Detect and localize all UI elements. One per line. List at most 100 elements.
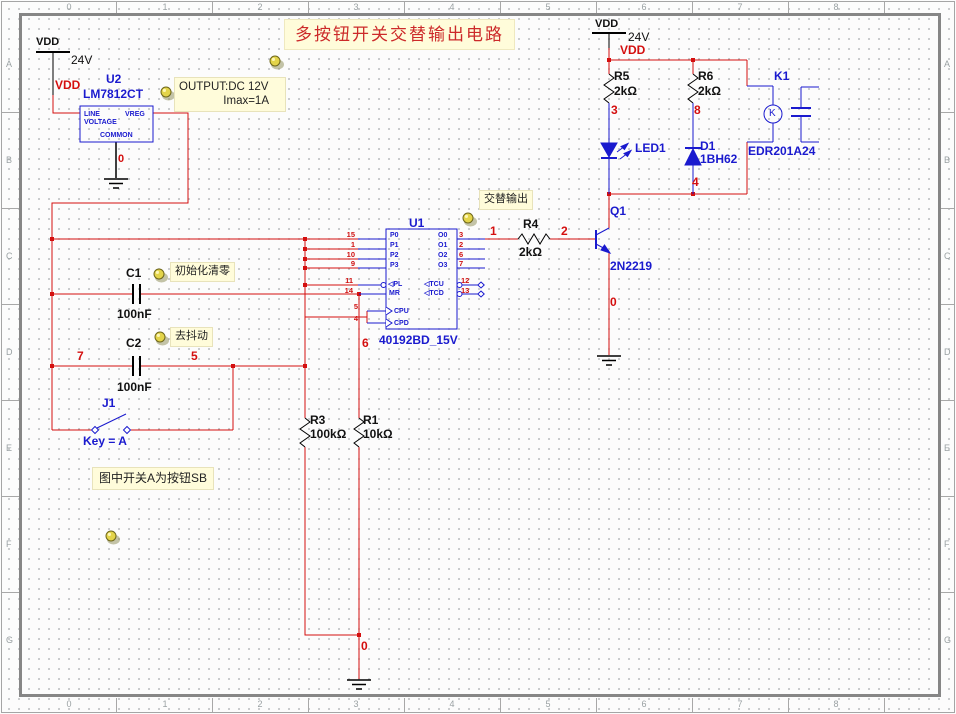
u1-pin-p0: P0 xyxy=(390,232,399,239)
init-clear-note[interactable]: 初始化清零 xyxy=(170,262,235,282)
u1-pin-o0: O0 xyxy=(438,232,447,239)
capacitor-c1 xyxy=(133,284,140,304)
r5-ref[interactable]: R5 xyxy=(614,70,629,82)
resistor-r4 xyxy=(518,234,550,244)
j1-symbol xyxy=(92,414,131,434)
net-1[interactable]: 1 xyxy=(490,225,497,237)
q1-part[interactable]: 2N2219 xyxy=(610,260,652,272)
vdd-net-label-left[interactable]: VDD xyxy=(55,79,80,91)
net-5[interactable]: 5 xyxy=(191,350,198,362)
ground-r1 xyxy=(347,680,371,689)
pushpin-icon xyxy=(155,332,169,346)
u1-pin-cpu: CPU xyxy=(394,308,409,315)
u1-pinnum-13: 13 xyxy=(461,287,469,295)
u2-pin-vreg: VREG xyxy=(125,111,145,118)
u2-ref[interactable]: U2 xyxy=(106,73,121,85)
output-note-line2: Imax=1A xyxy=(179,94,281,108)
passive-symbols[interactable] xyxy=(36,33,698,689)
resistor-r6 xyxy=(688,74,698,103)
u1-pinnum-14: 14 xyxy=(339,287,353,295)
vdd-label-left[interactable]: VDD xyxy=(36,37,59,48)
u1-pin-tcd: ◁TCD xyxy=(424,290,444,297)
u1-pin-p3: P3 xyxy=(390,262,399,269)
u1-pin-mr: MR xyxy=(389,290,400,297)
u1-pinnum-3: 3 xyxy=(459,231,463,239)
k1-part[interactable]: EDR201A24 xyxy=(748,145,815,157)
u1-pinnum-1: 1 xyxy=(341,241,355,249)
net-7[interactable]: 7 xyxy=(77,350,84,362)
u1-pin-tcu: ◁TCU xyxy=(424,281,444,288)
c2-ref[interactable]: C2 xyxy=(126,337,141,349)
switch-note[interactable]: 图中开关A为按钮SB xyxy=(92,467,214,490)
u2-part[interactable]: LM7812CT xyxy=(83,88,143,100)
u1-pin-p2: P2 xyxy=(390,252,399,259)
voltage-24v-right[interactable]: 24V xyxy=(628,31,649,43)
net-0-q1[interactable]: 0 xyxy=(610,296,617,308)
u1-part[interactable]: 40192BD_15V xyxy=(379,334,458,346)
q1-symbol xyxy=(596,228,610,253)
u1-pinnum-10: 10 xyxy=(341,251,355,259)
j1-key-label[interactable]: Key = A xyxy=(83,435,127,447)
net-6[interactable]: 6 xyxy=(362,337,369,349)
vdd-label-right[interactable]: VDD xyxy=(595,19,618,30)
capacitor-c2 xyxy=(133,356,140,376)
resistor-r3 xyxy=(300,418,310,447)
k1-coil-letter: K xyxy=(769,109,776,119)
net-0-u2[interactable]: 0 xyxy=(118,154,124,165)
u1-pinnum-6: 6 xyxy=(459,251,463,259)
voltage-24v-left[interactable]: 24V xyxy=(71,54,92,66)
net-0-r1[interactable]: 0 xyxy=(361,640,368,652)
r3-value[interactable]: 100kΩ xyxy=(310,428,346,440)
net-4[interactable]: 4 xyxy=(692,176,699,188)
c2-value[interactable]: 100nF xyxy=(117,381,152,393)
u1-ref[interactable]: U1 xyxy=(409,217,424,229)
net-8[interactable]: 8 xyxy=(694,104,701,116)
u2-pin-voltage: VOLTAGE xyxy=(84,119,117,126)
ground-q1 xyxy=(597,356,621,365)
u1-pinnum-11: 11 xyxy=(339,277,353,285)
d1-ref[interactable]: D1 xyxy=(700,140,715,152)
u1-pinnum-15: 15 xyxy=(341,231,355,239)
net-2[interactable]: 2 xyxy=(561,225,568,237)
u1-pin-p1: P1 xyxy=(390,242,399,249)
u1-pin-pl: ◁PL xyxy=(388,281,402,288)
k1-symbol xyxy=(747,86,819,142)
r1-ref[interactable]: R1 xyxy=(363,414,378,426)
u1-pin-cpd: CPD xyxy=(394,320,409,327)
output-note-line1: OUTPUT:DC 12V xyxy=(179,80,281,94)
vdd-net-label-right[interactable]: VDD xyxy=(620,44,645,56)
u1-pinnum-9: 9 xyxy=(341,260,355,268)
r5-value[interactable]: 2kΩ xyxy=(614,85,637,97)
debounce-note[interactable]: 去抖动 xyxy=(170,327,213,347)
pushpin-icon xyxy=(463,213,477,227)
c1-value[interactable]: 100nF xyxy=(117,308,152,320)
k1-ref[interactable]: K1 xyxy=(774,70,789,82)
u1-pin-o2: O2 xyxy=(438,252,447,259)
r4-ref[interactable]: R4 xyxy=(523,218,538,230)
net-3[interactable]: 3 xyxy=(611,104,618,116)
q1-ref[interactable]: Q1 xyxy=(610,205,626,217)
schematic-sheet: 0 1 2 3 4 5 6 7 8 0 1 2 3 4 5 6 7 8 A B … xyxy=(0,0,956,714)
u1-pin-o1: O1 xyxy=(438,242,447,249)
junction-dots xyxy=(50,58,695,637)
led1-ref[interactable]: LED1 xyxy=(635,142,666,154)
pushpin-icon xyxy=(154,269,168,283)
u1-pinnum-2: 2 xyxy=(459,241,463,249)
r3-ref[interactable]: R3 xyxy=(310,414,325,426)
u2-pin-line: LINE xyxy=(84,111,100,118)
title-note[interactable]: 多按钮开关交替输出电路 xyxy=(284,19,515,50)
u1-pinnum-7: 7 xyxy=(459,260,463,268)
d1-part[interactable]: 1BH62 xyxy=(700,153,737,165)
output-note[interactable]: OUTPUT:DC 12V Imax=1A xyxy=(174,77,286,112)
pushpin-icon xyxy=(161,87,175,101)
resistor-r5 xyxy=(604,74,614,103)
r1-value[interactable]: 10kΩ xyxy=(363,428,393,440)
j1-ref[interactable]: J1 xyxy=(102,397,115,409)
u1-pinnum-12: 12 xyxy=(461,277,469,285)
pushpin-icon xyxy=(270,56,284,70)
c1-ref[interactable]: C1 xyxy=(126,267,141,279)
r4-value[interactable]: 2kΩ xyxy=(519,246,542,258)
r6-ref[interactable]: R6 xyxy=(698,70,713,82)
alt-output-note[interactable]: 交替输出 xyxy=(479,190,533,210)
r6-value[interactable]: 2kΩ xyxy=(698,85,721,97)
